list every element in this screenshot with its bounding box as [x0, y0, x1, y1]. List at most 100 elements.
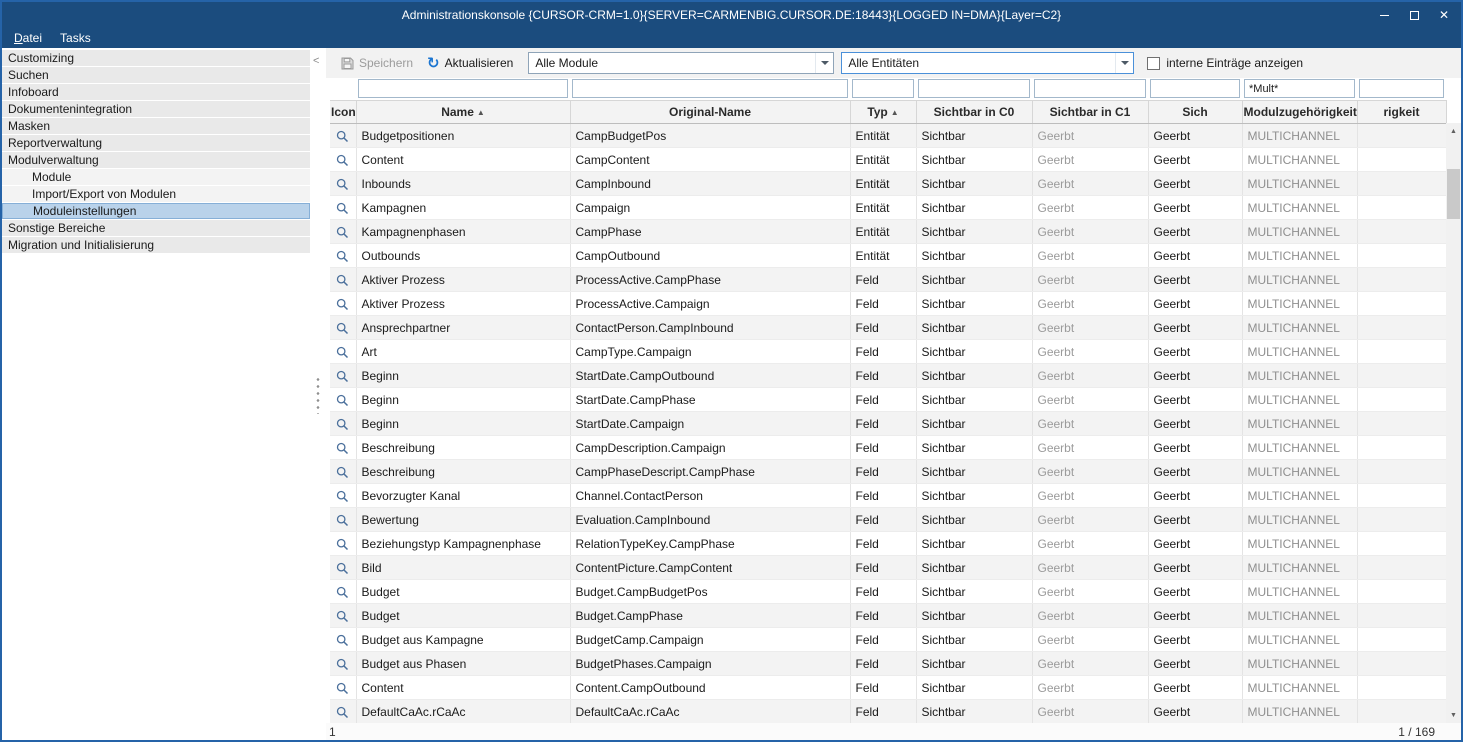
cell-icon[interactable] [330, 700, 356, 724]
table-row[interactable]: BudgetBudget.CampPhaseFeldSichtbarGeerbt… [330, 604, 1446, 628]
cell-icon[interactable] [330, 148, 356, 172]
scroll-down-button[interactable]: ▼ [1446, 707, 1461, 723]
row-search-icon[interactable] [336, 658, 349, 671]
table-row[interactable]: BeginnStartDate.CampPhaseFeldSichtbarGee… [330, 388, 1446, 412]
filter-input-c2[interactable] [1150, 79, 1240, 98]
filter-input-extra[interactable] [1359, 79, 1444, 98]
cell-icon[interactable] [330, 292, 356, 316]
cell-icon[interactable] [330, 244, 356, 268]
row-search-icon[interactable] [336, 562, 349, 575]
table-row[interactable]: Aktiver ProzessProcessActive.CampPhaseFe… [330, 268, 1446, 292]
row-search-icon[interactable] [336, 538, 349, 551]
minimize-button[interactable] [1369, 2, 1399, 28]
row-search-icon[interactable] [336, 418, 349, 431]
internal-entries-checkbox[interactable] [1147, 57, 1160, 70]
table-row[interactable]: BeschreibungCampPhaseDescript.CampPhaseF… [330, 460, 1446, 484]
row-search-icon[interactable] [336, 490, 349, 503]
refresh-button[interactable]: ↻ Aktualisieren [420, 53, 520, 73]
table-row[interactable]: DefaultCaAc.rCaAcDefaultCaAc.rCaAcFeldSi… [330, 700, 1446, 724]
cell-icon[interactable] [330, 388, 356, 412]
cell-icon[interactable] [330, 676, 356, 700]
row-search-icon[interactable] [336, 226, 349, 239]
row-search-icon[interactable] [336, 250, 349, 263]
table-row[interactable]: Bevorzugter KanalChannel.ContactPersonFe… [330, 484, 1446, 508]
menu-item-datei[interactable]: Datei [14, 31, 42, 45]
cell-icon[interactable] [330, 580, 356, 604]
collapse-sidebar-icon[interactable]: < [313, 56, 319, 67]
filter-input-c1[interactable] [1034, 79, 1146, 98]
row-search-icon[interactable] [336, 706, 349, 719]
cell-icon[interactable] [330, 508, 356, 532]
cell-icon[interactable] [330, 172, 356, 196]
table-row[interactable]: BeginnStartDate.CampaignFeldSichtbarGeer… [330, 412, 1446, 436]
row-search-icon[interactable] [336, 610, 349, 623]
close-button[interactable]: ✕ [1429, 2, 1459, 28]
save-button[interactable]: Speichern [334, 53, 420, 73]
sidebar-item-dokumentenintegration[interactable]: Dokumentenintegration [2, 101, 310, 117]
table-row[interactable]: BildContentPicture.CampContentFeldSichtb… [330, 556, 1446, 580]
row-search-icon[interactable] [336, 586, 349, 599]
row-search-icon[interactable] [336, 514, 349, 527]
table-row[interactable]: KampagnenphasenCampPhaseEntitätSichtbarG… [330, 220, 1446, 244]
scroll-up-button[interactable]: ▲ [1446, 123, 1461, 139]
column-header-extra[interactable]: rigkeit [1357, 101, 1446, 124]
filter-input-modul[interactable] [1244, 79, 1355, 98]
cell-icon[interactable] [330, 532, 356, 556]
maximize-button[interactable] [1399, 2, 1429, 28]
cell-icon[interactable] [330, 364, 356, 388]
table-row[interactable]: OutboundsCampOutboundEntitätSichtbarGeer… [330, 244, 1446, 268]
cell-icon[interactable] [330, 628, 356, 652]
sidebar-item-reportverwaltung[interactable]: Reportverwaltung [2, 135, 310, 151]
sidebar-item-sonstige-bereiche[interactable]: Sonstige Bereiche [2, 220, 310, 236]
cell-icon[interactable] [330, 412, 356, 436]
table-row[interactable]: Aktiver ProzessProcessActive.CampaignFel… [330, 292, 1446, 316]
column-header-c2[interactable]: Sich [1148, 101, 1242, 124]
row-search-icon[interactable] [336, 178, 349, 191]
column-header-original[interactable]: Original-Name [570, 101, 850, 124]
row-search-icon[interactable] [336, 442, 349, 455]
row-search-icon[interactable] [336, 202, 349, 215]
row-search-icon[interactable] [336, 274, 349, 287]
menu-item-tasks[interactable]: Tasks [60, 31, 91, 45]
table-row[interactable]: BudgetBudget.CampBudgetPosFeldSichtbarGe… [330, 580, 1446, 604]
table-row[interactable]: BudgetpositionenCampBudgetPosEntitätSich… [330, 124, 1446, 148]
column-header-typ[interactable]: Typ▲ [850, 101, 916, 124]
cell-icon[interactable] [330, 340, 356, 364]
table-row[interactable]: BeginnStartDate.CampOutboundFeldSichtbar… [330, 364, 1446, 388]
sidebar-item-customizing[interactable]: Customizing [2, 50, 310, 66]
sidebar-item-modulverwaltung[interactable]: Modulverwaltung [2, 152, 310, 168]
cell-icon[interactable] [330, 268, 356, 292]
cell-icon[interactable] [330, 484, 356, 508]
cell-icon[interactable] [330, 124, 356, 148]
row-search-icon[interactable] [336, 322, 349, 335]
filter-input-typ[interactable] [852, 79, 914, 98]
row-search-icon[interactable] [336, 370, 349, 383]
sidebar-item-masken[interactable]: Masken [2, 118, 310, 134]
row-search-icon[interactable] [336, 394, 349, 407]
vertical-scrollbar[interactable]: ▲ ▼ [1446, 123, 1461, 723]
column-header-modul[interactable]: Modulzugehörigkeit [1242, 101, 1357, 124]
entity-filter-select[interactable]: Alle Entitäten [841, 52, 1134, 74]
cell-icon[interactable] [330, 316, 356, 340]
sidebar-item-infoboard[interactable]: Infoboard [2, 84, 310, 100]
row-search-icon[interactable] [336, 634, 349, 647]
filter-input-c0[interactable] [918, 79, 1030, 98]
filter-input-original[interactable] [572, 79, 848, 98]
column-header-c1[interactable]: Sichtbar in C1 [1032, 101, 1148, 124]
cell-icon[interactable] [330, 556, 356, 580]
table-row[interactable]: InboundsCampInboundEntitätSichtbarGeerbt… [330, 172, 1446, 196]
row-search-icon[interactable] [336, 682, 349, 695]
row-search-icon[interactable] [336, 298, 349, 311]
table-row[interactable]: ArtCampType.CampaignFeldSichtbarGeerbtGe… [330, 340, 1446, 364]
cell-icon[interactable] [330, 460, 356, 484]
filter-input-name[interactable] [358, 79, 568, 98]
cell-icon[interactable] [330, 604, 356, 628]
table-row[interactable]: Beziehungstyp KampagnenphaseRelationType… [330, 532, 1446, 556]
sidebar-item-suchen[interactable]: Suchen [2, 67, 310, 83]
table-row[interactable]: ContentContent.CampOutboundFeldSichtbarG… [330, 676, 1446, 700]
table-row[interactable]: AnsprechpartnerContactPerson.CampInbound… [330, 316, 1446, 340]
table-row[interactable]: ContentCampContentEntitätSichtbarGeerbtG… [330, 148, 1446, 172]
module-filter-select[interactable]: Alle Module [528, 52, 834, 74]
sidebar-splitter[interactable]: < [310, 48, 326, 740]
column-header-name[interactable]: Name▲ [356, 101, 570, 124]
